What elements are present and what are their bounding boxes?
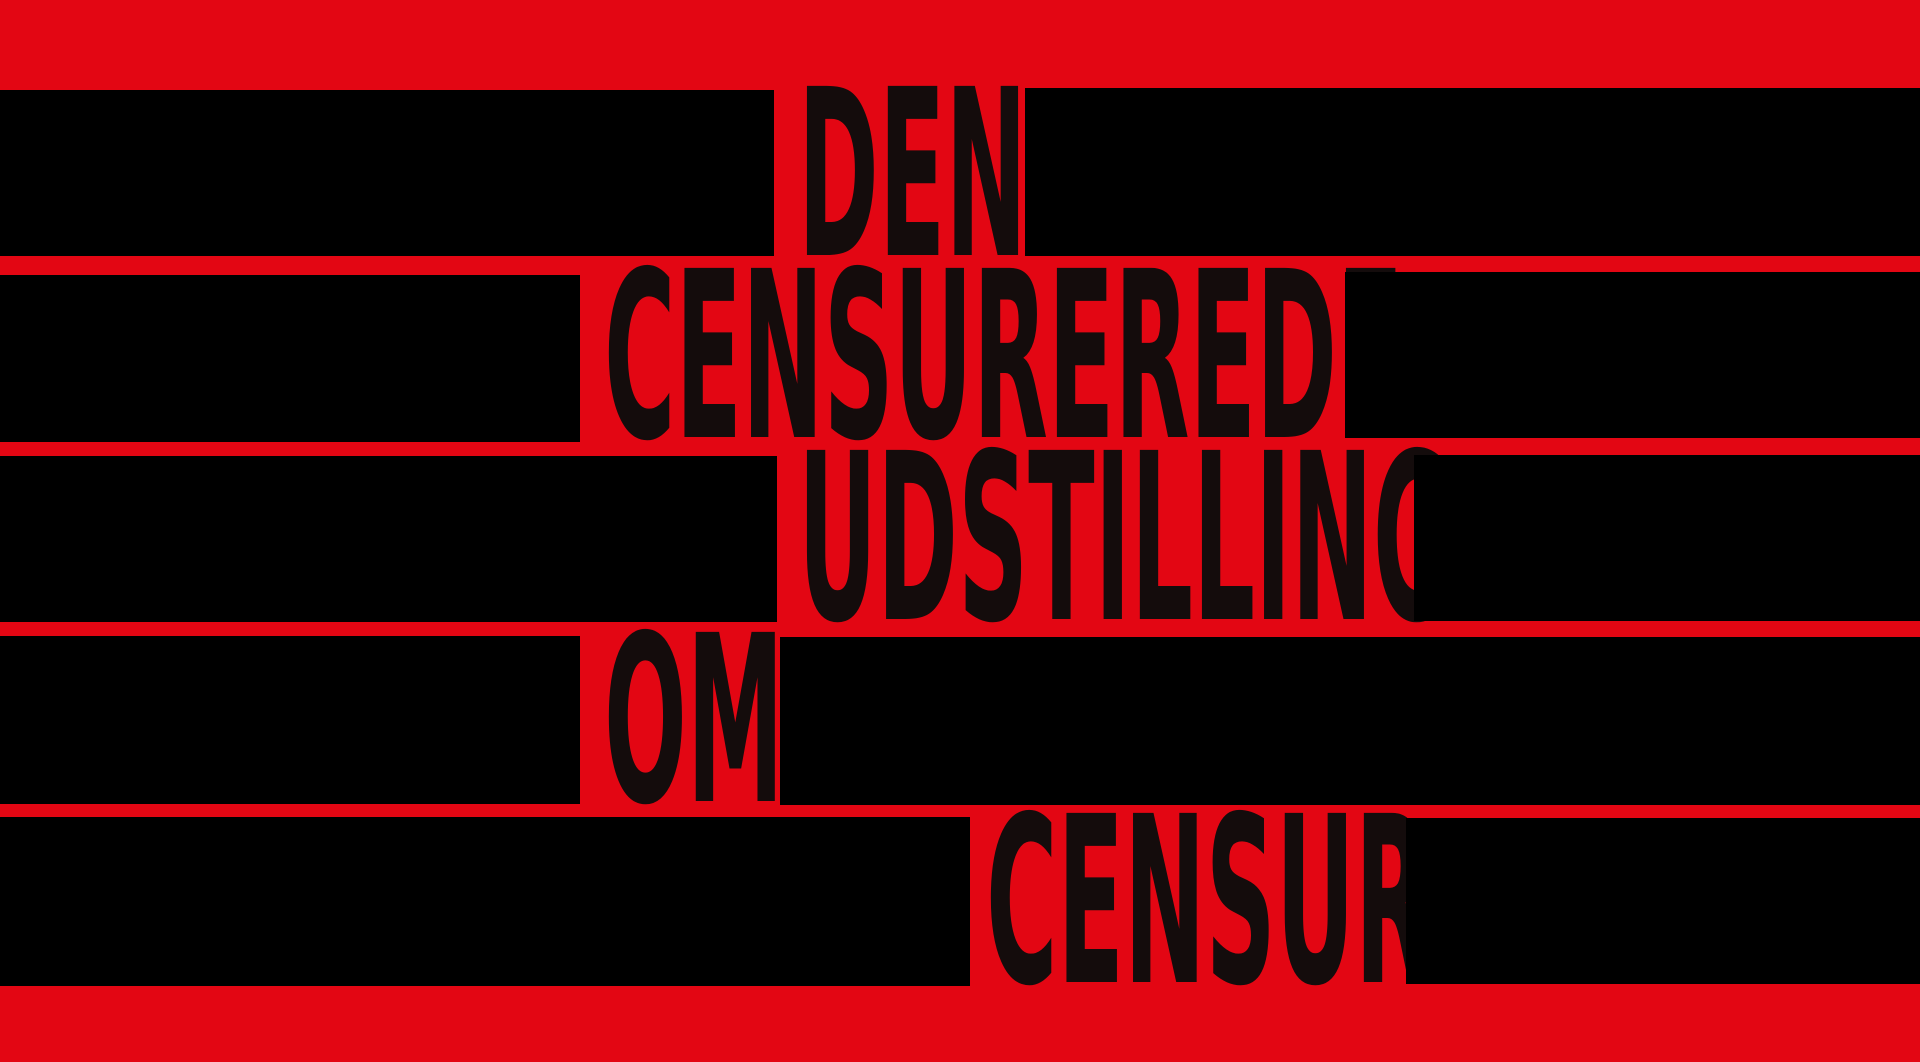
- redaction-bar: [0, 817, 970, 986]
- redaction-bar: [0, 275, 580, 442]
- poster: DEN CENSUREREDE UDSTILLING OM CENSUR: [0, 0, 1920, 1062]
- redaction-bar: [1414, 455, 1920, 621]
- title-word-om: OM: [604, 586, 784, 856]
- title-word-censur: CENSUR: [986, 767, 1430, 1037]
- redaction-bar: [0, 636, 580, 804]
- title-word-udstilling: UDSTILLING: [798, 404, 1453, 674]
- redaction-bar: [1406, 818, 1920, 984]
